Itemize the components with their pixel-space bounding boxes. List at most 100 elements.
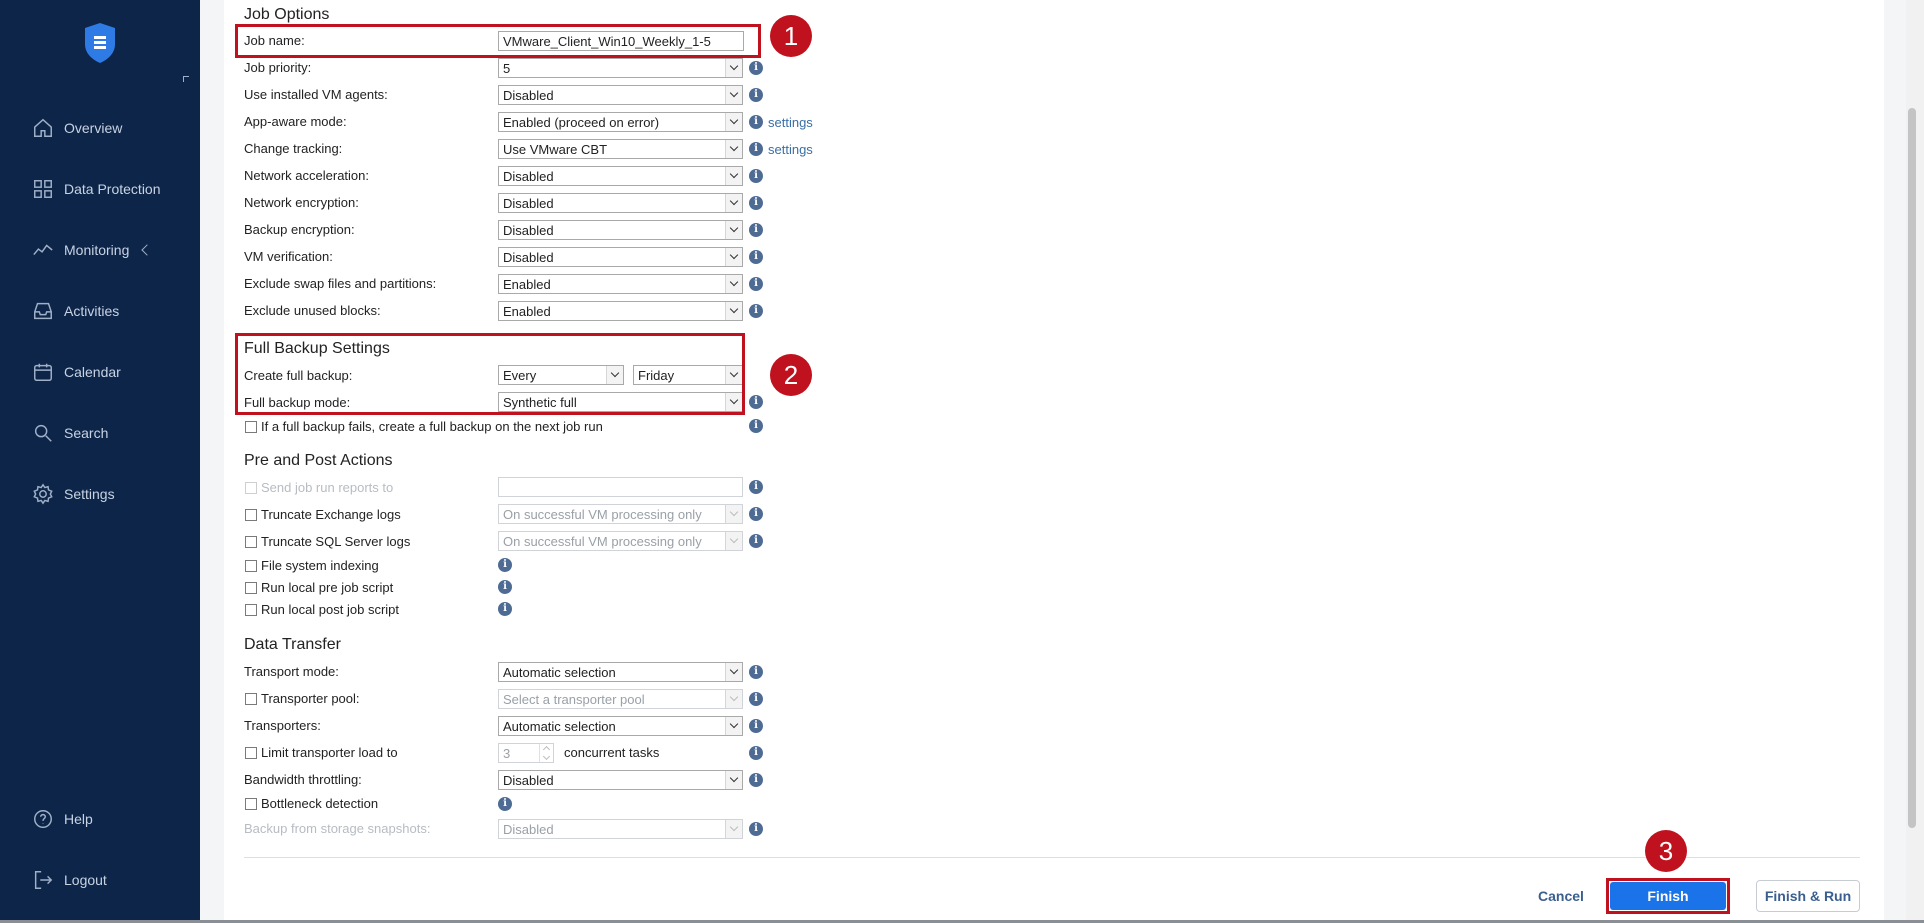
home-icon bbox=[30, 115, 56, 141]
info-icon[interactable]: i bbox=[749, 223, 763, 237]
change-tracking-label: Change tracking: bbox=[244, 141, 343, 156]
sidebar-item-monitoring[interactable]: Monitoring bbox=[30, 235, 195, 265]
chevron-left-icon bbox=[141, 244, 154, 256]
select-value: Disabled bbox=[503, 196, 554, 211]
network-acceleration-select[interactable]: Disabled bbox=[498, 166, 743, 186]
sidebar-item-label: Activities bbox=[64, 303, 120, 319]
info-icon[interactable]: i bbox=[749, 169, 763, 183]
vm-agents-label: Use installed VM agents: bbox=[244, 87, 388, 102]
backup-encryption-select[interactable]: Disabled bbox=[498, 220, 743, 240]
info-icon[interactable]: i bbox=[749, 692, 763, 706]
truncate-sql-label: Truncate SQL Server logs bbox=[261, 534, 411, 549]
vm-agents-select[interactable]: Disabled bbox=[498, 85, 743, 105]
transporter-pool-select[interactable]: Select a transporter pool bbox=[498, 689, 743, 709]
info-icon[interactable]: i bbox=[498, 797, 512, 811]
post-script-checkbox[interactable] bbox=[245, 604, 257, 616]
info-icon[interactable]: i bbox=[749, 277, 763, 291]
job-priority-select[interactable]: 5 bbox=[498, 58, 743, 78]
info-icon[interactable]: i bbox=[749, 250, 763, 264]
transporter-pool-checkbox[interactable] bbox=[245, 693, 257, 705]
info-icon[interactable]: i bbox=[749, 304, 763, 318]
select-value: Disabled bbox=[503, 822, 554, 837]
bandwidth-select[interactable]: Disabled bbox=[498, 770, 743, 790]
info-icon[interactable]: i bbox=[749, 115, 763, 129]
exclude-unused-select[interactable]: Enabled bbox=[498, 301, 743, 321]
info-icon[interactable]: i bbox=[749, 142, 763, 156]
app-aware-settings-link[interactable]: settings bbox=[768, 115, 813, 130]
post-script-label: Run local post job script bbox=[261, 602, 400, 617]
network-encryption-select[interactable]: Disabled bbox=[498, 193, 743, 213]
info-icon[interactable]: i bbox=[749, 196, 763, 210]
exclude-swap-select[interactable]: Enabled bbox=[498, 274, 743, 294]
limit-load-checkbox[interactable] bbox=[245, 747, 257, 759]
vm-verification-select[interactable]: Disabled bbox=[498, 247, 743, 267]
transporters-select[interactable]: Automatic selection bbox=[498, 716, 743, 736]
truncate-exchange-checkbox[interactable] bbox=[245, 509, 257, 521]
exclude-unused-label: Exclude unused blocks: bbox=[244, 303, 381, 318]
sidebar-item-search[interactable]: Search bbox=[30, 418, 195, 448]
sidebar-item-label: Search bbox=[64, 425, 109, 441]
info-icon[interactable]: i bbox=[749, 480, 763, 494]
sidebar-item-overview[interactable]: Overview bbox=[30, 113, 195, 143]
dropdown-arrow-icon bbox=[725, 820, 742, 838]
full-backup-fail-checkbox[interactable] bbox=[245, 421, 257, 433]
select-value: Automatic selection bbox=[503, 719, 616, 734]
info-icon[interactable]: i bbox=[749, 507, 763, 521]
info-icon[interactable]: i bbox=[498, 580, 512, 594]
scrollbar-thumb[interactable] bbox=[1908, 108, 1916, 828]
select-value: 5 bbox=[503, 61, 511, 76]
sidebar-item-calendar[interactable]: Calendar bbox=[30, 357, 195, 387]
dropdown-arrow-icon bbox=[725, 194, 742, 212]
truncate-sql-select[interactable]: On successful VM processing only bbox=[498, 531, 743, 551]
activity-line-icon bbox=[30, 237, 56, 263]
truncate-sql-checkbox[interactable] bbox=[245, 536, 257, 548]
cancel-button[interactable]: Cancel bbox=[1522, 882, 1600, 910]
info-icon[interactable]: i bbox=[749, 665, 763, 679]
pre-script-checkbox[interactable] bbox=[245, 582, 257, 594]
sidebar-item-help[interactable]: Help bbox=[30, 804, 195, 834]
info-icon[interactable]: i bbox=[749, 395, 763, 409]
info-icon[interactable]: i bbox=[749, 822, 763, 836]
app-aware-select[interactable]: Enabled (proceed on error) bbox=[498, 112, 743, 132]
info-icon[interactable]: i bbox=[498, 602, 512, 616]
search-icon bbox=[30, 420, 56, 446]
sidebar-item-label: Help bbox=[64, 811, 93, 827]
sidebar-collapse-icon[interactable] bbox=[183, 76, 189, 82]
info-icon[interactable]: i bbox=[498, 558, 512, 572]
dropdown-arrow-icon bbox=[725, 167, 742, 185]
sidebar-item-logout[interactable]: Logout bbox=[30, 865, 195, 895]
select-value: Use VMware CBT bbox=[503, 142, 608, 157]
change-tracking-select[interactable]: Use VMware CBT bbox=[498, 139, 743, 159]
info-icon[interactable]: i bbox=[749, 773, 763, 787]
change-tracking-settings-link[interactable]: settings bbox=[768, 142, 813, 157]
info-icon[interactable]: i bbox=[749, 719, 763, 733]
info-icon[interactable]: i bbox=[749, 534, 763, 548]
wizard-panel bbox=[224, 0, 1884, 923]
sidebar-item-data-protection[interactable]: Data Protection bbox=[30, 174, 195, 204]
stepper-arrows-icon[interactable] bbox=[539, 744, 553, 762]
sidebar-item-activities[interactable]: Activities bbox=[30, 296, 195, 326]
storage-snapshots-select[interactable]: Disabled bbox=[498, 819, 743, 839]
truncate-exchange-select[interactable]: On successful VM processing only bbox=[498, 504, 743, 524]
gear-icon bbox=[30, 481, 56, 507]
dropdown-arrow-icon bbox=[725, 275, 742, 293]
info-icon[interactable]: i bbox=[749, 88, 763, 102]
transport-mode-select[interactable]: Automatic selection bbox=[498, 662, 743, 682]
info-icon[interactable]: i bbox=[749, 419, 763, 433]
send-reports-checkbox[interactable] bbox=[245, 482, 257, 494]
sidebar-item-settings[interactable]: Settings bbox=[30, 479, 195, 509]
limit-load-stepper[interactable]: 3 bbox=[498, 743, 554, 763]
fs-indexing-checkbox[interactable] bbox=[245, 560, 257, 572]
send-reports-input[interactable] bbox=[498, 477, 743, 497]
help-circle-icon bbox=[30, 806, 56, 832]
highlight-box-full-backup bbox=[235, 333, 745, 415]
info-icon[interactable]: i bbox=[749, 746, 763, 760]
section-title-data-transfer: Data Transfer bbox=[244, 636, 341, 653]
network-encryption-label: Network encryption: bbox=[244, 195, 359, 210]
select-value: Disabled bbox=[503, 169, 554, 184]
info-icon[interactable]: i bbox=[749, 61, 763, 75]
bottleneck-checkbox[interactable] bbox=[245, 798, 257, 810]
finish-and-run-button[interactable]: Finish & Run bbox=[1756, 880, 1860, 912]
dropdown-arrow-icon bbox=[725, 86, 742, 104]
dropdown-arrow-icon bbox=[725, 771, 742, 789]
